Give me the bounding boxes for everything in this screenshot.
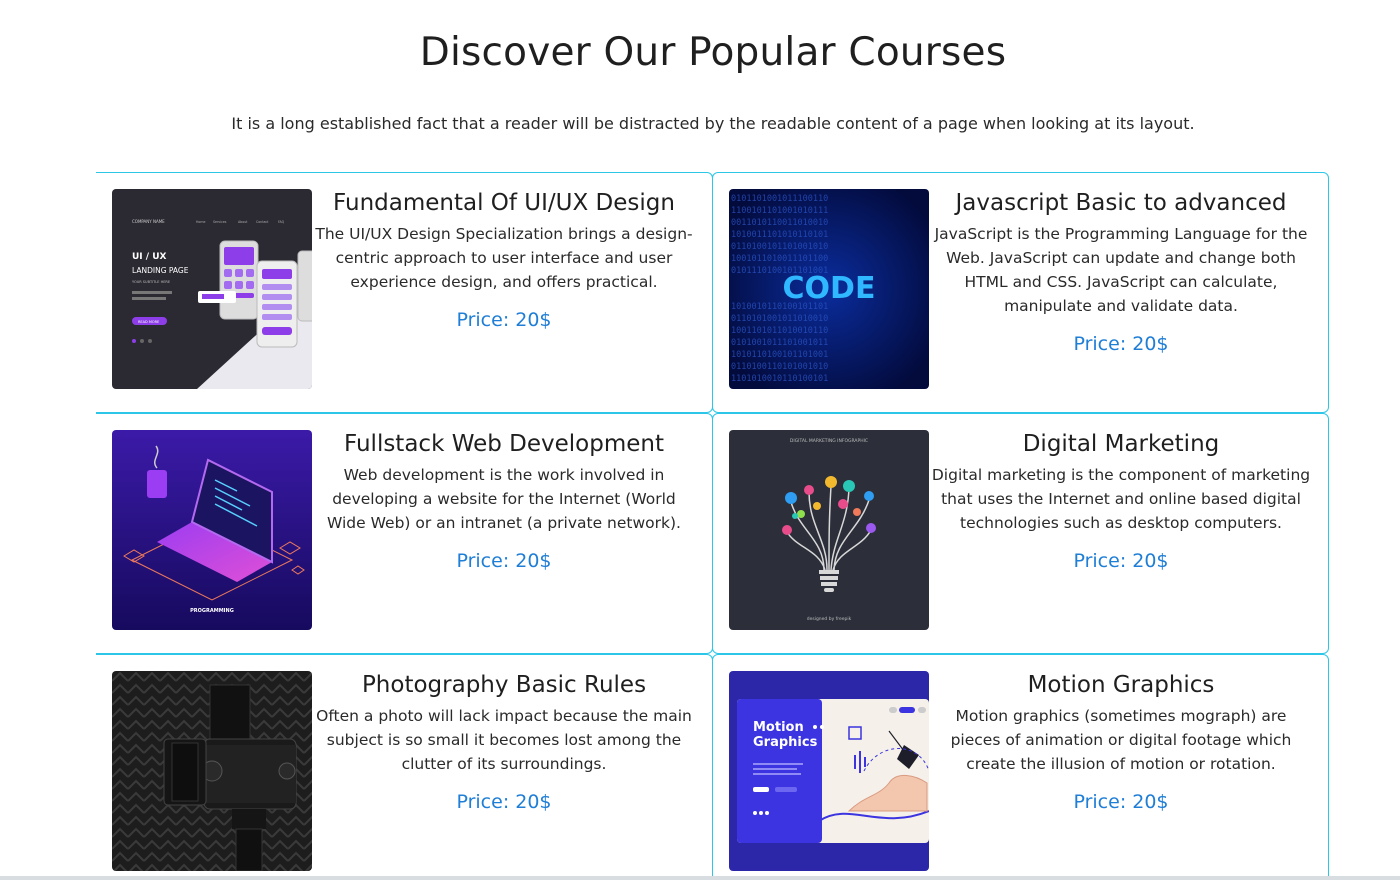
svg-text:0011010110011010010: 0011010110011010010: [731, 218, 828, 228]
lightbulb-infographic-image: DIGITAL MARKETING INFOGRAPHIC designed b…: [729, 430, 929, 630]
course-title[interactable]: Fullstack Web Development: [314, 428, 694, 460]
course-description: Web development is the work involved in …: [327, 466, 681, 532]
svg-text:YOUR SUBTITLE HERE: YOUR SUBTITLE HERE: [132, 280, 170, 284]
course-price: Price: 20$: [456, 309, 552, 331]
course-content: Fullstack Web Development Web developmen…: [314, 428, 694, 572]
svg-text:Motion: Motion: [753, 720, 804, 735]
code-image: 0101101001011100110 1100101101001010111 …: [729, 189, 929, 389]
svg-text:1100101101001010111: 1100101101001010111: [731, 206, 828, 216]
course-title[interactable]: Photography Basic Rules: [314, 669, 694, 701]
svg-text:0101101001011100110: 0101101001011100110: [731, 194, 828, 204]
course-content: Motion Graphics Motion graphics (sometim…: [931, 669, 1311, 813]
camera-image: [112, 671, 312, 871]
laptop-programming-image: PROGRAMMING: [112, 430, 312, 630]
course-card[interactable]: Motion Graphics Motion Graphics Motion g…: [712, 654, 1329, 880]
course-content: Fundamental Of UI/UX Design The UI/UX De…: [314, 187, 694, 331]
course-price: Price: 20$: [456, 791, 552, 813]
course-thumbnail-digital-marketing[interactable]: DIGITAL MARKETING INFOGRAPHIC designed b…: [729, 430, 929, 630]
course-title[interactable]: Fundamental Of UI/UX Design: [314, 187, 694, 219]
svg-text:PROGRAMMING: PROGRAMMING: [190, 608, 234, 614]
svg-text:Contact: Contact: [256, 220, 269, 224]
svg-text:0110100101101001010: 0110100101101001010: [731, 242, 828, 252]
course-thumbnail-motion-graphics[interactable]: Motion Graphics: [729, 671, 929, 871]
svg-text:Graphics: Graphics: [753, 735, 818, 750]
course-thumbnail-photography[interactable]: [112, 671, 312, 871]
svg-text:LANDING PAGE: LANDING PAGE: [132, 266, 189, 275]
svg-text:0110100110101001010: 0110100110101001010: [731, 362, 828, 372]
svg-text:0101001011101001011: 0101001011101001011: [731, 338, 828, 348]
course-content: Javascript Basic to advanced JavaScript …: [931, 187, 1311, 355]
svg-text:designed by freepik: designed by freepik: [807, 616, 852, 622]
course-card[interactable]: PROGRAMMING Fullstack Web Development We…: [96, 413, 713, 654]
svg-text:Services: Services: [213, 220, 227, 224]
svg-text:FAQ: FAQ: [278, 220, 285, 224]
course-content: Photography Basic Rules Often a photo wi…: [314, 669, 694, 813]
course-price: Price: 20$: [1073, 333, 1169, 355]
uiux-landing-page-image: COMPANY NAME Home Services About Contact…: [112, 189, 312, 389]
course-price: Price: 20$: [1073, 791, 1169, 813]
svg-text:COMPANY NAME: COMPANY NAME: [132, 219, 165, 224]
course-card[interactable]: Photography Basic Rules Often a photo wi…: [96, 654, 713, 880]
section-subtitle: It is a long established fact that a rea…: [231, 114, 1195, 133]
svg-text:1001011010011101100: 1001011010011101100: [731, 254, 828, 264]
svg-text:1101010010110100101: 1101010010110100101: [731, 374, 828, 384]
course-description: Digital marketing is the component of ma…: [931, 466, 1311, 532]
course-description: Motion graphics (sometimes mograph) are …: [950, 707, 1292, 773]
svg-text:1010110100101101001: 1010110100101101001: [731, 350, 828, 360]
svg-text:1001101011010010110: 1001101011010010110: [731, 326, 828, 336]
course-price: Price: 20$: [1073, 550, 1169, 572]
svg-text:UI / UX: UI / UX: [132, 252, 167, 262]
svg-text:About: About: [238, 220, 248, 224]
svg-text:Home: Home: [196, 220, 205, 224]
course-grid: COMPANY NAME Home Services About Contact…: [96, 172, 1330, 880]
course-title[interactable]: Motion Graphics: [931, 669, 1311, 701]
course-thumbnail-javascript[interactable]: 0101101001011100110 1100101101001010111 …: [729, 189, 929, 389]
course-thumbnail-fullstack[interactable]: PROGRAMMING: [112, 430, 312, 630]
course-description: JavaScript is the Programming Language f…: [934, 225, 1308, 315]
section-title: Discover Our Popular Courses: [419, 30, 1007, 75]
svg-text:CODE: CODE: [783, 271, 876, 306]
motion-graphics-image: Motion Graphics: [729, 671, 929, 871]
svg-text:0110101001011010010: 0110101001011010010: [731, 314, 828, 324]
svg-text:1010011101010110101: 1010011101010110101: [731, 230, 828, 240]
page-bottom-edge: [0, 876, 1400, 880]
course-thumbnail-uiux[interactable]: COMPANY NAME Home Services About Contact…: [112, 189, 312, 389]
course-card[interactable]: DIGITAL MARKETING INFOGRAPHIC designed b…: [712, 413, 1329, 654]
course-price: Price: 20$: [456, 550, 552, 572]
svg-text:DIGITAL MARKETING INFOGRAPHIC: DIGITAL MARKETING INFOGRAPHIC: [790, 438, 868, 444]
course-title[interactable]: Javascript Basic to advanced: [931, 187, 1311, 219]
course-card[interactable]: COMPANY NAME Home Services About Contact…: [96, 172, 713, 413]
course-content: Digital Marketing Digital marketing is t…: [931, 428, 1311, 572]
course-description: The UI/UX Design Specialization brings a…: [315, 225, 693, 291]
course-title[interactable]: Digital Marketing: [931, 428, 1311, 460]
course-card[interactable]: 0101101001011100110 1100101101001010111 …: [712, 172, 1329, 413]
svg-text:READ MORE: READ MORE: [138, 320, 159, 324]
course-description: Often a photo will lack impact because t…: [316, 707, 692, 773]
